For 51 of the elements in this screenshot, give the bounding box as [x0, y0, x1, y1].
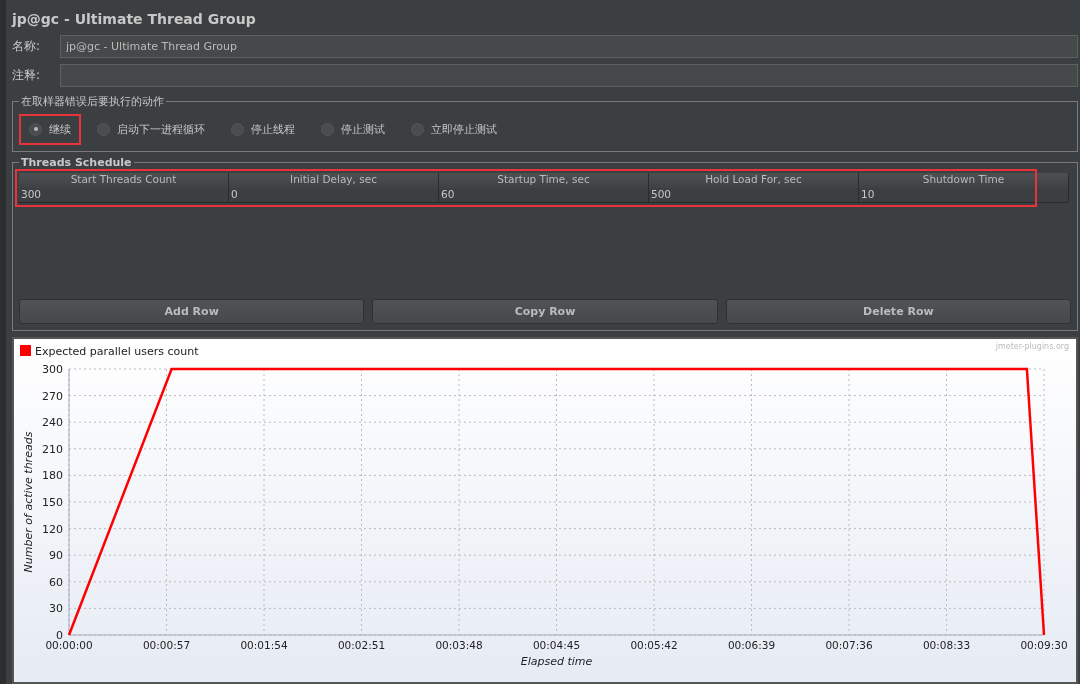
- x-tick-label: 00:00:57: [142, 639, 191, 651]
- column-header[interactable]: Hold Load For, sec: [649, 173, 859, 188]
- x-tick-label: 00:03:48: [435, 639, 483, 651]
- x-tick-label: 00:01:54: [240, 639, 288, 651]
- column-header[interactable]: Shutdown Time: [859, 173, 1069, 188]
- x-tick-label: 00:06:39: [727, 639, 776, 651]
- column-header[interactable]: Start Threads Count: [19, 173, 229, 188]
- legend-label: Expected parallel users count: [35, 345, 199, 358]
- x-tick-label: 00:08:33: [922, 639, 971, 651]
- y-tick-label: 300: [42, 363, 63, 376]
- credit-text: jmeter-plugins.org: [995, 342, 1069, 351]
- y-tick-label: 120: [42, 522, 63, 536]
- column-header[interactable]: Startup Time, sec: [439, 173, 649, 188]
- field-label: 注释:: [12, 67, 42, 84]
- table-cell[interactable]: 0: [229, 188, 439, 203]
- y-tick-label: 60: [49, 575, 63, 589]
- radio-option[interactable]: 停止线程: [223, 115, 303, 143]
- x-tick-label: 00:00:00: [45, 639, 93, 651]
- x-tick-label: 00:05:42: [630, 639, 678, 651]
- row-button[interactable]: Copy Row: [372, 299, 718, 324]
- table-cell[interactable]: 60: [439, 188, 649, 203]
- window-title: jp@gc - Ultimate Thread Group: [12, 10, 257, 29]
- row-button[interactable]: Add Row: [19, 299, 365, 324]
- y-tick-label: 270: [42, 389, 63, 403]
- y-tick-label: 30: [49, 602, 63, 616]
- x-tick-label: 00:02:51: [337, 639, 386, 651]
- input-field[interactable]: [60, 64, 1078, 87]
- y-tick-label: 150: [42, 496, 63, 509]
- x-tick-label: 00:04:45: [532, 639, 581, 651]
- y-tick-label: 210: [42, 442, 63, 456]
- row-button[interactable]: Delete Row: [725, 299, 1071, 324]
- group-title: 在取样器错误后要执行的动作: [20, 94, 165, 109]
- table-cell[interactable]: 500: [649, 188, 859, 203]
- x-tick-label: 00:07:36: [825, 639, 873, 651]
- table-cell[interactable]: 300: [19, 188, 229, 203]
- y-axis-title: Number of active threads: [22, 431, 35, 573]
- y-tick-label: 90: [49, 549, 63, 563]
- column-header[interactable]: Initial Delay, sec: [229, 173, 439, 188]
- group-title: Threads Schedule: [20, 156, 133, 169]
- radio-option[interactable]: 启动下一进程循环: [89, 115, 213, 143]
- radio-option[interactable]: 停止测试: [313, 115, 393, 143]
- radio-option[interactable]: 继续: [21, 115, 79, 143]
- y-tick-label: 0: [56, 629, 63, 642]
- table-cell[interactable]: 10: [859, 188, 1069, 203]
- y-tick-label: 180: [42, 469, 63, 483]
- radio-option[interactable]: 立即停止测试: [403, 115, 505, 143]
- field-label: 名称:: [12, 38, 42, 55]
- input-field[interactable]: jp@gc - Ultimate Thread Group: [60, 35, 1078, 58]
- y-tick-label: 240: [42, 416, 63, 430]
- x-axis-title: Elapsed time: [520, 655, 593, 668]
- x-tick-label: 00:09:30: [1020, 639, 1068, 651]
